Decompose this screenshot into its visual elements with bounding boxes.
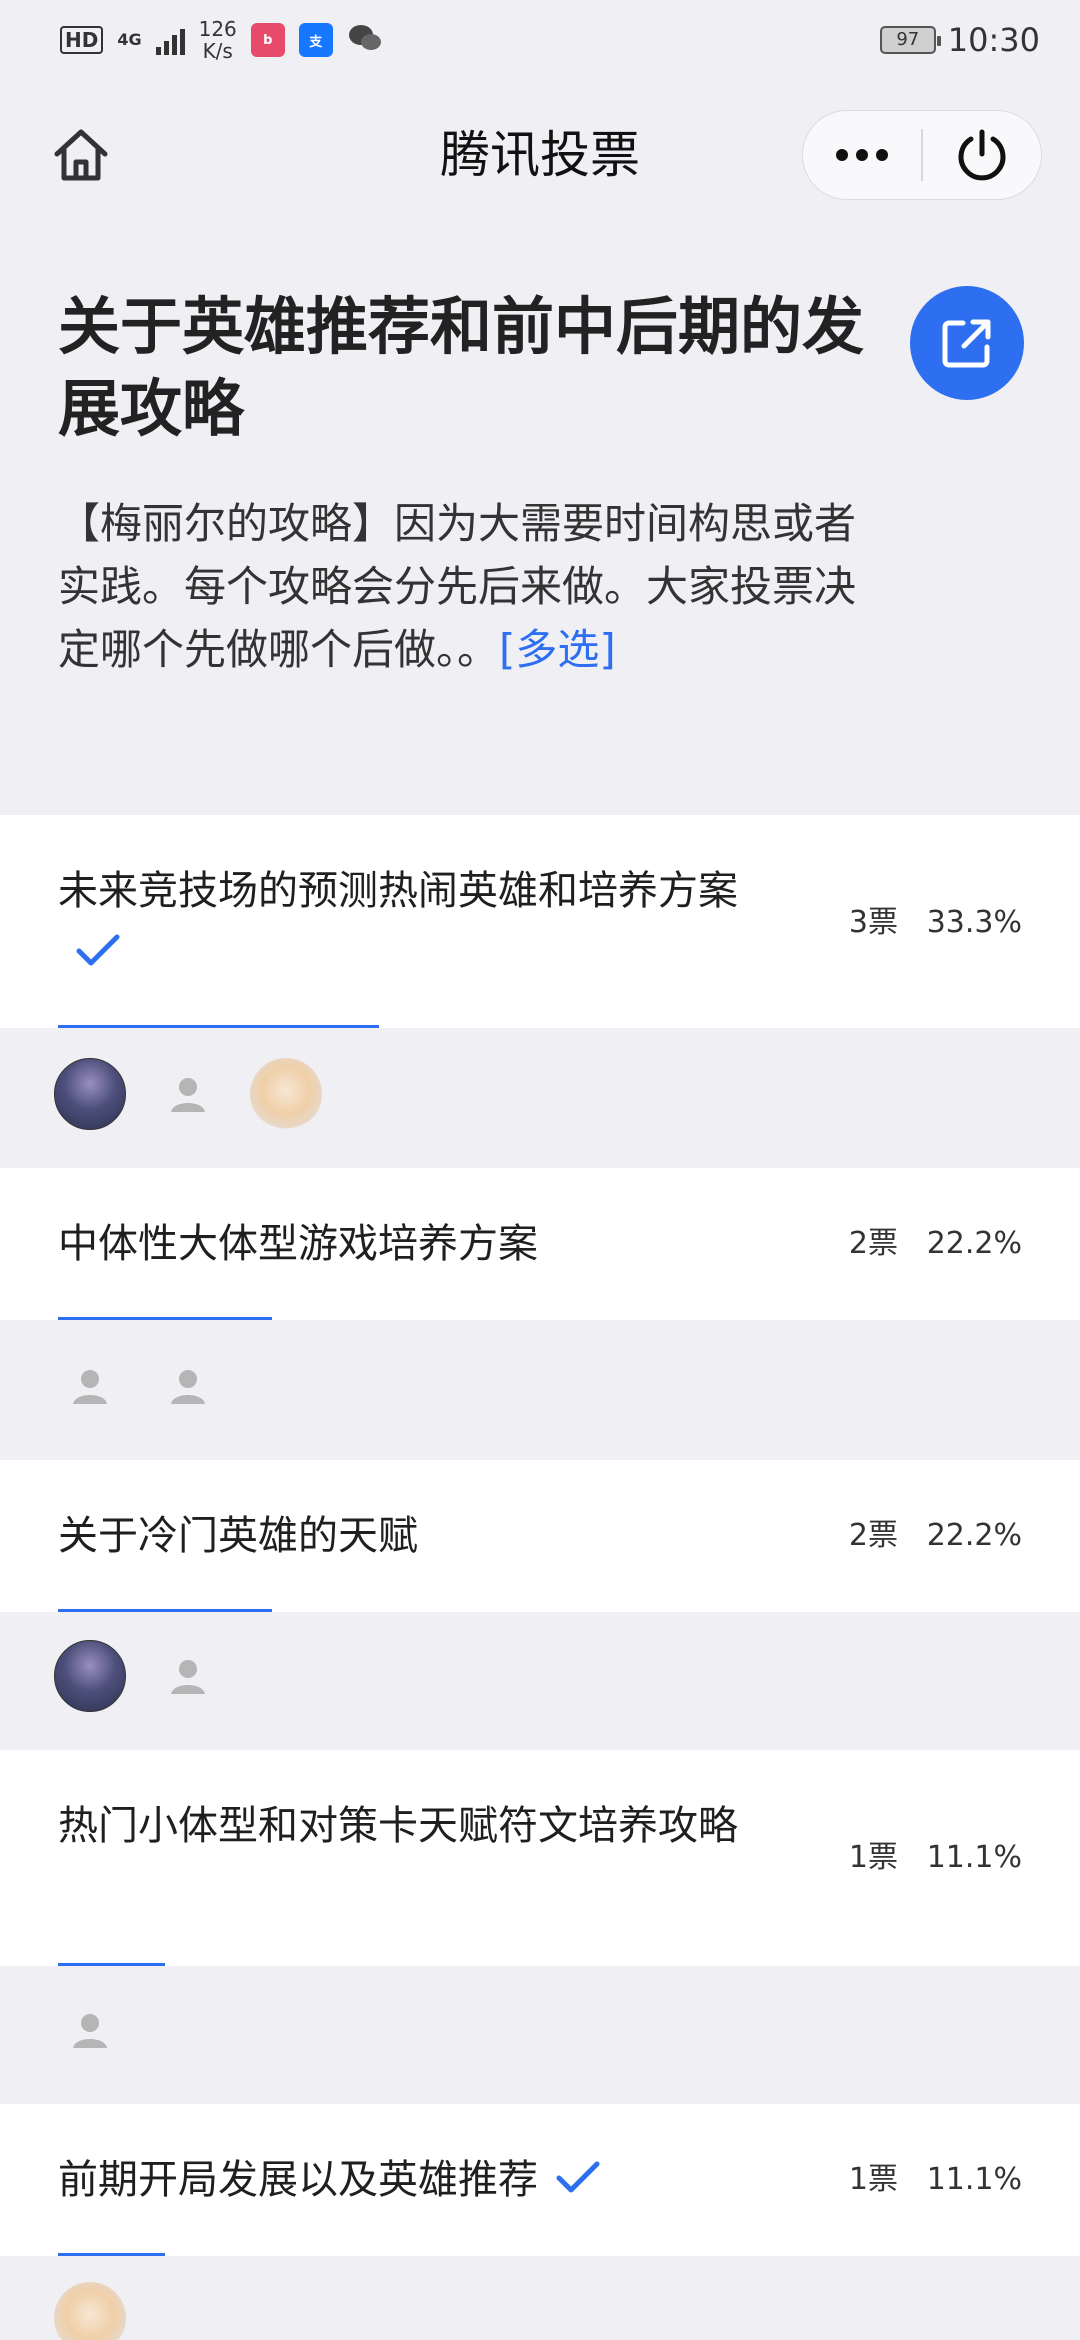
option-votes: 3票 [848,905,898,940]
avatar[interactable] [152,1640,224,1712]
wechat-app-icon [347,22,383,58]
status-right: 97 10:30 [879,21,1040,59]
option-percent: 22.2% [926,1518,1022,1553]
option-text-row: 未来竞技场的预测热闹英雄和培养方案 [58,860,758,986]
multi-select-tag: [多选] [499,625,616,674]
poll-description-text: 【梅丽尔的攻略】因为大需要时间构思或者实践。每个攻略会分先后来做。大家投票决定哪… [58,499,857,674]
option-item[interactable]: 关于冷门英雄的天赋 2票 22.2% [0,1460,1080,1612]
voter-list [0,1350,1080,1422]
voter-list [0,1058,1080,1130]
avatar[interactable] [54,1350,126,1422]
option-votes: 2票 [848,1518,898,1553]
option-votes: 2票 [848,1226,898,1261]
checkmark-icon [76,924,120,986]
option-progress-bar [58,1025,379,1028]
voter-list [0,2282,1080,2340]
avatar[interactable] [54,1994,126,2066]
nav-bar: 腾讯投票 [0,100,1080,210]
poll-description: 【梅丽尔的攻略】因为大需要时间构思或者实践。每个攻略会分先后来做。大家投票决定哪… [58,492,888,681]
option-progress-bar [58,1963,165,1966]
option-text: 前期开局发展以及英雄推荐 [58,2157,538,2203]
option-text: 关于冷门英雄的天赋 [58,1513,418,1559]
mini-program-capsule [802,110,1042,200]
voter-list [0,1994,1080,2066]
status-left: HD 4G 126 K/s b 支 [60,18,383,62]
power-icon [958,129,1006,181]
option-percent: 22.2% [926,1226,1022,1261]
network-speed: 126 K/s [199,18,237,62]
alipay-app-icon: 支 [298,23,333,57]
option-votes: 1票 [848,1840,898,1875]
default-avatar-icon [171,1660,205,1694]
share-button[interactable] [910,286,1024,400]
status-bar: HD 4G 126 K/s b 支 97 10:30 [0,0,1080,80]
share-external-icon [942,319,991,368]
signal-icon [155,25,185,55]
hd-badge: HD [60,26,104,54]
exit-button[interactable] [923,111,1041,199]
default-avatar-icon [73,2014,107,2048]
default-avatar-icon [171,1078,205,1112]
more-dots-icon [836,149,889,161]
clock: 10:30 [947,21,1040,59]
avatar[interactable] [54,1640,126,1712]
option-percent: 11.1% [926,1840,1022,1875]
option-text-row: 前期开局发展以及英雄推荐 [58,2149,758,2213]
option-progress-bar [58,1317,272,1320]
option-progress-bar [58,1609,272,1612]
option-progress-bar [58,2253,165,2256]
more-button[interactable] [803,111,921,199]
avatar[interactable] [54,2282,126,2340]
avatar[interactable] [54,1058,126,1130]
option-text: 未来竞技场的预测热闹英雄和培养方案 [58,868,738,914]
option-item[interactable]: 热门小体型和对策卡天赋符文培养攻略 1票 11.1% [0,1750,1080,1966]
default-avatar-icon [73,1370,107,1404]
avatar[interactable] [152,1058,224,1130]
option-text-row: 中体性大体型游戏培养方案 [58,1213,758,1275]
option-text: 热门小体型和对策卡天赋符文培养攻略 [58,1803,738,1849]
avatar[interactable] [152,1350,224,1422]
default-avatar-icon [171,1370,205,1404]
option-percent: 11.1% [926,2162,1022,2197]
battery-icon: 97 [879,26,941,54]
option-text-row: 热门小体型和对策卡天赋符文培养攻略 [58,1795,758,1857]
network-speed-unit: K/s [202,39,233,63]
option-item[interactable]: 中体性大体型游戏培养方案 2票 22.2% [0,1168,1080,1320]
avatar[interactable] [250,1058,322,1130]
network-speed-value: 126 [198,17,237,41]
network-type: 4G [117,30,142,49]
option-item[interactable]: 未来竞技场的预测热闹英雄和培养方案 3票 33.3% [0,815,1080,1028]
checkmark-icon [556,2151,600,2213]
option-text-row: 关于冷门英雄的天赋 [58,1505,758,1567]
option-percent: 33.3% [926,905,1022,940]
option-text: 中体性大体型游戏培养方案 [58,1221,538,1267]
bilibili-app-icon: b [250,23,285,57]
option-item[interactable]: 前期开局发展以及英雄推荐 1票 11.1% [0,2104,1080,2256]
voter-list [0,1640,1080,1712]
option-votes: 1票 [848,2162,898,2197]
poll-title: 关于英雄推荐和前中后期的发展攻略 [58,290,865,445]
